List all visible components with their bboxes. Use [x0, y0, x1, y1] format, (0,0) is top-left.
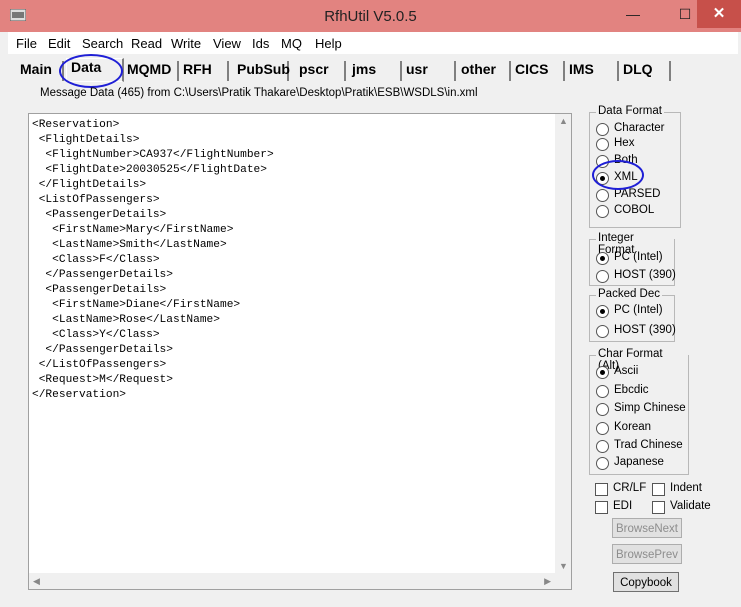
- radio-int-host[interactable]: [596, 270, 609, 283]
- radio-ebcdic[interactable]: [596, 385, 609, 398]
- menu-mq[interactable]: MQ: [281, 36, 302, 51]
- menu-search[interactable]: Search: [82, 36, 123, 51]
- packed-dec-group: Packed Dec PC (Intel) HOST (390): [589, 288, 676, 342]
- scroll-down-icon[interactable]: ▼: [559, 561, 568, 571]
- tab-jms[interactable]: jms: [348, 61, 402, 81]
- integer-format-group: Integer Format PC (Intel) HOST (390): [589, 232, 676, 286]
- menu-ids[interactable]: Ids: [252, 36, 269, 51]
- scroll-left-icon[interactable]: ◀: [33, 576, 40, 587]
- radio-label: Ascii: [614, 365, 639, 377]
- radio-label: HOST (390): [614, 269, 676, 281]
- tab-ims[interactable]: IMS: [565, 61, 619, 81]
- close-button[interactable]: ✕: [697, 0, 741, 28]
- menu-bar: File Edit Search Read Write View Ids MQ …: [8, 32, 738, 54]
- tab-main[interactable]: Main: [16, 61, 64, 81]
- radio-label: Ebcdic: [614, 384, 649, 396]
- annotation-circle-xml: [592, 160, 644, 190]
- data-format-label: Data Format: [596, 105, 664, 117]
- packed-dec-label: Packed Dec: [596, 288, 663, 300]
- tab-usr[interactable]: usr: [402, 61, 456, 81]
- radio-japanese[interactable]: [596, 457, 609, 470]
- title-bar: RfhUtil V5.0.5 — ☐ ✕: [0, 0, 741, 32]
- tab-mqmd[interactable]: MQMD: [123, 61, 179, 81]
- char-format-group: Char Format (Alt) Ascii Ebcdic Simp Chin…: [589, 348, 689, 475]
- radio-label: Japanese: [614, 456, 664, 468]
- message-info: Message Data (465) from C:\Users\Pratik …: [40, 87, 478, 99]
- radio-label: Korean: [614, 421, 652, 433]
- browse-next-button[interactable]: BrowseNext: [612, 518, 682, 538]
- scroll-corner: [555, 573, 571, 589]
- radio-label: Trad Chinese: [614, 439, 683, 451]
- menu-edit[interactable]: Edit: [48, 36, 70, 51]
- tab-other[interactable]: other: [457, 61, 511, 81]
- tab-cics[interactable]: CICS: [511, 61, 565, 81]
- edi-label: EDI: [613, 500, 633, 512]
- annotation-circle-data-tab: [59, 54, 123, 88]
- radio-label: Simp Chinese: [614, 402, 686, 414]
- tab-pubsub[interactable]: PubSub: [233, 61, 290, 81]
- radio-simp-chinese[interactable]: [596, 403, 609, 416]
- radio-label: PC (Intel): [614, 251, 663, 263]
- radio-label: PC (Intel): [614, 304, 663, 316]
- edi-checkbox[interactable]: [595, 501, 608, 514]
- char-format-label: Char Format (Alt): [596, 348, 688, 372]
- menu-write[interactable]: Write: [171, 36, 201, 51]
- indent-checkbox[interactable]: [652, 483, 665, 496]
- crlf-checkbox[interactable]: [595, 483, 608, 496]
- vertical-scrollbar[interactable]: ▲ ▼: [555, 114, 571, 573]
- horizontal-scrollbar[interactable]: ◀ ▶: [29, 573, 555, 589]
- menu-view[interactable]: View: [213, 36, 241, 51]
- menu-read[interactable]: Read: [131, 36, 162, 51]
- radio-hex[interactable]: [596, 138, 609, 151]
- xml-content: <Reservation> <FlightDetails> <FlightNum…: [32, 119, 274, 401]
- browse-prev-button[interactable]: BrowsePrev: [612, 544, 682, 564]
- radio-ascii[interactable]: [596, 366, 609, 379]
- tab-rfh[interactable]: RFH: [179, 61, 229, 81]
- scroll-right-icon[interactable]: ▶: [544, 576, 551, 587]
- indent-label: Indent: [670, 482, 702, 494]
- copybook-button[interactable]: Copybook: [613, 572, 679, 592]
- validate-label: Validate: [670, 500, 711, 512]
- tab-pscr[interactable]: pscr: [295, 61, 346, 81]
- maximize-button[interactable]: ☐: [672, 4, 698, 24]
- radio-label: COBOL: [614, 204, 655, 216]
- validate-checkbox[interactable]: [652, 501, 665, 514]
- tab-dlq[interactable]: DLQ: [619, 61, 671, 81]
- radio-int-pc[interactable]: [596, 252, 609, 265]
- menu-file[interactable]: File: [16, 36, 37, 51]
- radio-packed-pc[interactable]: [596, 305, 609, 318]
- message-data-editor[interactable]: <Reservation> <FlightDetails> <FlightNum…: [28, 113, 572, 590]
- crlf-label: CR/LF: [613, 482, 647, 494]
- radio-character[interactable]: [596, 123, 609, 136]
- radio-packed-host[interactable]: [596, 325, 609, 338]
- radio-label: Hex: [614, 137, 635, 149]
- radio-label: Character: [614, 122, 665, 134]
- radio-korean[interactable]: [596, 422, 609, 435]
- radio-label: HOST (390): [614, 324, 676, 336]
- menu-help[interactable]: Help: [315, 36, 342, 51]
- radio-trad-chinese[interactable]: [596, 440, 609, 453]
- radio-parsed[interactable]: [596, 189, 609, 202]
- minimize-button[interactable]: —: [620, 4, 646, 24]
- radio-cobol[interactable]: [596, 205, 609, 218]
- scroll-up-icon[interactable]: ▲: [559, 116, 568, 126]
